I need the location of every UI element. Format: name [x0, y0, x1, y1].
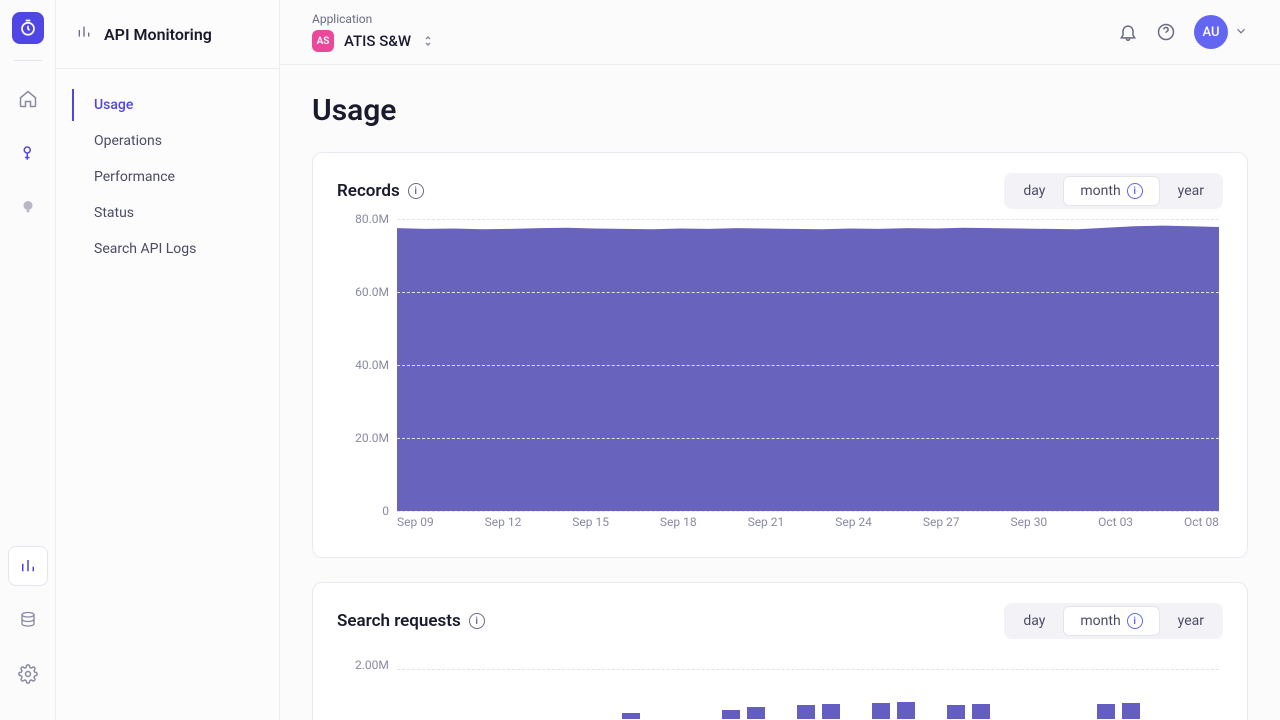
home-icon[interactable]	[8, 79, 48, 119]
search-requests-title: Search requests	[337, 611, 461, 631]
side-panel: API Monitoring Usage Operations Performanc…	[56, 0, 280, 720]
search-period-segment: day month i year	[1004, 603, 1223, 639]
sidebar-item-operations[interactable]: Operations	[72, 125, 279, 157]
records-card: Records i day month i year 80.0M60.0M40.…	[312, 152, 1248, 558]
period-month[interactable]: month i	[1063, 176, 1159, 206]
info-icon: i	[1127, 613, 1143, 629]
search-requests-chart: 2.00M	[337, 649, 1223, 719]
help-icon[interactable]	[1156, 22, 1176, 42]
records-chart: 80.0M60.0M40.0M20.0M0 Sep 09Sep 12Sep 15…	[337, 219, 1223, 539]
database-icon[interactable]	[8, 600, 48, 640]
info-icon[interactable]: i	[469, 613, 485, 629]
sidebar-item-search-api-logs[interactable]: Search API Logs	[72, 233, 279, 265]
sidebar-item-performance[interactable]: Performance	[72, 161, 279, 193]
period-year[interactable]: year	[1162, 176, 1220, 206]
period-year[interactable]: year	[1162, 606, 1220, 636]
chart-icon[interactable]	[8, 546, 48, 586]
info-icon[interactable]: i	[408, 183, 424, 199]
info-icon: i	[1127, 183, 1143, 199]
search-requests-card: Search requests i day month i year 2.00M	[312, 582, 1248, 720]
topbar: Application AS ATIS S&W AU	[280, 0, 1280, 65]
chevron-down-icon	[1234, 23, 1248, 42]
sidebar-item-usage[interactable]: Usage	[72, 89, 279, 121]
period-day[interactable]: day	[1007, 176, 1061, 206]
bulb-icon[interactable]	[8, 187, 48, 227]
nav-rail	[0, 0, 56, 720]
search-config-icon[interactable]	[8, 133, 48, 173]
bar-chart-icon	[76, 24, 92, 44]
sidebar-item-status[interactable]: Status	[72, 197, 279, 229]
app-picker[interactable]: AS ATIS S&W	[312, 30, 433, 52]
user-menu[interactable]: AU	[1194, 15, 1248, 49]
bell-icon[interactable]	[1118, 22, 1138, 42]
gear-icon[interactable]	[8, 654, 48, 694]
app-name: ATIS S&W	[344, 32, 411, 50]
app-picker-label: Application	[312, 12, 433, 26]
app-badge: AS	[312, 30, 334, 52]
records-title: Records	[337, 181, 400, 201]
app-logo[interactable]	[12, 12, 44, 44]
section-title: API Monitoring	[104, 25, 212, 44]
records-period-segment: day month i year	[1004, 173, 1223, 209]
avatar: AU	[1194, 15, 1228, 49]
period-day[interactable]: day	[1007, 606, 1061, 636]
side-nav: Usage Operations Performance Status Search A…	[56, 89, 279, 265]
select-chevrons-icon	[423, 34, 433, 48]
period-month[interactable]: month i	[1063, 606, 1159, 636]
page-title: Usage	[312, 93, 1248, 128]
